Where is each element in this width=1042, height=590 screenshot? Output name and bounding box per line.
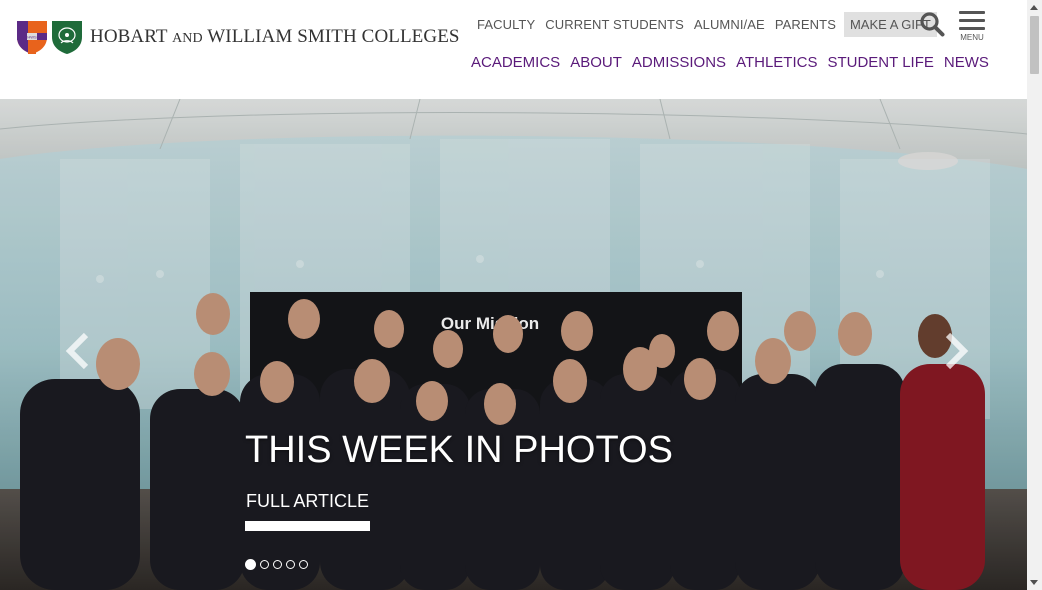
nav-athletics[interactable]: ATHLETICS (736, 54, 817, 71)
carousel-dot-1[interactable] (245, 559, 256, 570)
page-scrollbar[interactable] (1027, 0, 1042, 590)
nav-news[interactable]: NEWS (944, 54, 989, 71)
slide-underline (245, 521, 370, 531)
svg-text:HWS: HWS (27, 35, 37, 40)
nav-student-life[interactable]: STUDENT LIFE (827, 54, 933, 71)
nav-admissions[interactable]: ADMISSIONS (632, 54, 726, 71)
utility-nav: FACULTY CURRENT STUDENTS ALUMNI/AE PAREN… (477, 12, 937, 37)
scroll-up-arrow-icon[interactable] (1030, 5, 1038, 10)
menu-label: MENU (960, 33, 984, 42)
logo-name-part1: HOBART (90, 26, 168, 47)
carousel-indicators (245, 559, 312, 570)
hero-carousel: Our Mission THIS WEEK IN PHOTOS FULL ART… (0, 99, 1027, 590)
carousel-dot-2[interactable] (260, 560, 269, 569)
util-link-alumni[interactable]: ALUMNI/AE (694, 17, 765, 32)
chevron-right-icon[interactable] (942, 331, 970, 371)
carousel-dot-3[interactable] (273, 560, 282, 569)
hobart-shield-icon: HWS (17, 21, 47, 54)
full-article-link[interactable]: FULL ARTICLE (246, 491, 369, 512)
util-link-faculty[interactable]: FACULTY (477, 17, 535, 32)
scroll-down-arrow-icon[interactable] (1030, 580, 1038, 585)
chevron-left-icon[interactable] (64, 331, 92, 371)
carousel-dot-4[interactable] (286, 560, 295, 569)
logo-and: AND (172, 31, 203, 46)
menu-button[interactable]: MENU (957, 11, 987, 42)
site-header: HWS HOBART AND WILLIAM SMITH COLLEGES FA… (0, 0, 1027, 99)
scroll-thumb[interactable] (1030, 16, 1039, 74)
slide-title: THIS WEEK IN PHOTOS (245, 429, 673, 471)
util-link-current-students[interactable]: CURRENT STUDENTS (545, 17, 684, 32)
nav-academics[interactable]: ACADEMICS (471, 54, 560, 71)
search-icon[interactable] (919, 11, 945, 37)
logo-name-part2: WILLIAM SMITH COLLEGES (207, 26, 460, 47)
main-nav: ACADEMICS ABOUT ADMISSIONS ATHLETICS STU… (471, 54, 999, 71)
college-logo[interactable]: HWS HOBART AND WILLIAM SMITH COLLEGES (15, 19, 460, 55)
hamburger-icon (959, 11, 985, 14)
hero-photo: Our Mission (0, 99, 1027, 590)
util-link-parents[interactable]: PARENTS (775, 17, 836, 32)
college-name: HOBART AND WILLIAM SMITH COLLEGES (90, 26, 460, 48)
nav-about[interactable]: ABOUT (570, 54, 622, 71)
carousel-dot-5[interactable] (299, 560, 308, 569)
william-smith-shield-icon (52, 21, 82, 54)
